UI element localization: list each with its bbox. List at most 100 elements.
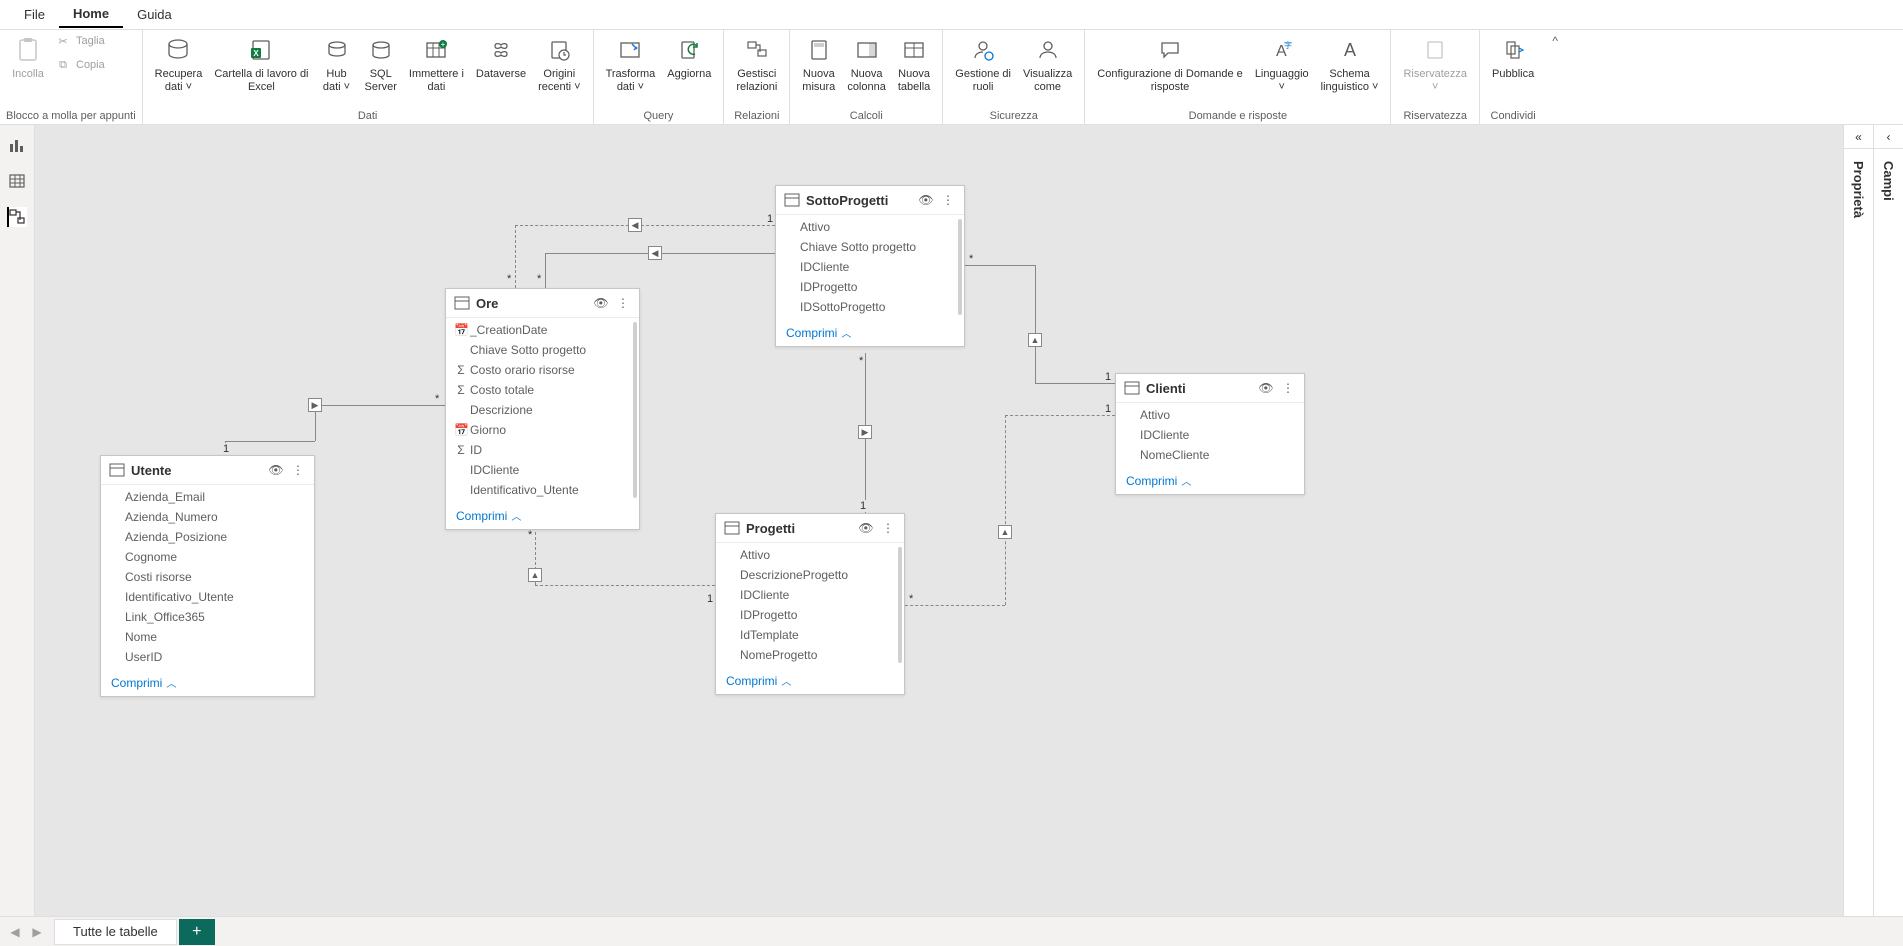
entity-progetti[interactable]: Progetti 👁 ⋮ Attivo DescrizioneProgetto …: [715, 513, 905, 695]
table-icon: [109, 462, 125, 478]
field-item[interactable]: Identificativo_Utente: [446, 480, 639, 500]
transform-data-button[interactable]: Trasforma dati ˅: [600, 30, 662, 98]
field-item[interactable]: Costi risorse: [101, 567, 314, 587]
field-item[interactable]: IDSottoProgetto: [776, 297, 964, 317]
entity-utente[interactable]: Utente 👁 ⋮ Azienda_Email Azienda_Numero …: [100, 455, 315, 697]
field-item[interactable]: IDCliente: [446, 460, 639, 480]
field-item[interactable]: NomeProgetto: [716, 645, 904, 665]
field-item[interactable]: IDCliente: [776, 257, 964, 277]
tab-nav-prev-button[interactable]: ◀: [4, 925, 26, 939]
field-item[interactable]: 📅Giorno: [446, 420, 639, 440]
data-hub-button[interactable]: Hub dati ˅: [315, 30, 359, 98]
field-item[interactable]: Chiave Sotto progetto: [446, 340, 639, 360]
visibility-icon[interactable]: 👁: [918, 193, 934, 207]
rel-arrow-icon[interactable]: ▲: [1028, 333, 1042, 347]
field-item[interactable]: Azienda_Numero: [101, 507, 314, 527]
expand-pane-icon[interactable]: «: [1844, 125, 1873, 149]
field-item[interactable]: ΣID: [446, 440, 639, 460]
field-item[interactable]: Chiave Sotto progetto: [776, 237, 964, 257]
field-item[interactable]: DescrizioneProgetto: [716, 565, 904, 585]
entity-ore[interactable]: Ore 👁 ⋮ 📅_CreationDate Chiave Sotto prog…: [445, 288, 640, 530]
ribbon-collapse-button[interactable]: ^: [1546, 30, 1564, 124]
sql-server-button[interactable]: SQL Server: [359, 30, 403, 98]
more-options-icon[interactable]: ⋮: [1280, 381, 1296, 395]
rel-arrow-icon[interactable]: ◀: [628, 218, 642, 232]
rel-arrow-icon[interactable]: ▲: [528, 568, 542, 582]
visibility-icon[interactable]: 👁: [858, 521, 874, 535]
entity-clienti[interactable]: Clienti 👁 ⋮ Attivo IDCliente NomeCliente…: [1115, 373, 1305, 495]
publish-button[interactable]: Pubblica: [1486, 30, 1540, 85]
more-options-icon[interactable]: ⋮: [940, 193, 956, 207]
group-query-label: Query: [600, 108, 718, 124]
field-item[interactable]: 📅_CreationDate: [446, 320, 639, 340]
entity-sottoprogetti[interactable]: SottoProgetti 👁 ⋮ Attivo Chiave Sotto pr…: [775, 185, 965, 347]
collapse-button[interactable]: Comprimi︿: [101, 669, 314, 696]
view-as-button[interactable]: Visualizza come: [1017, 30, 1078, 98]
collapse-button[interactable]: Comprimi︿: [776, 319, 964, 346]
field-item[interactable]: Cognome: [101, 547, 314, 567]
field-item[interactable]: Azienda_Posizione: [101, 527, 314, 547]
pane-properties[interactable]: « Proprietà: [1843, 125, 1873, 916]
collapse-button[interactable]: Comprimi︿: [716, 667, 904, 694]
rel-arrow-icon[interactable]: ▶: [308, 398, 322, 412]
field-item[interactable]: IdTemplate: [716, 625, 904, 645]
enter-label: Immettere i dati: [409, 68, 464, 94]
field-item[interactable]: ΣCosto totale: [446, 380, 639, 400]
field-item[interactable]: IDProgetto: [716, 605, 904, 625]
field-item[interactable]: Attivo: [776, 217, 964, 237]
tab-nav-next-button[interactable]: ▶: [26, 925, 48, 939]
chevron-up-icon: ︿: [841, 329, 851, 340]
qa-config-button[interactable]: Configurazione di Domande e risposte: [1091, 30, 1249, 98]
new-table-button[interactable]: Nuova tabella: [892, 30, 936, 98]
field-item[interactable]: Nome: [101, 627, 314, 647]
tab-home[interactable]: Home: [59, 1, 123, 28]
data-view-button[interactable]: [7, 171, 27, 191]
field-item[interactable]: UserID: [101, 647, 314, 667]
schema-button[interactable]: A Schema linguistico ˅: [1315, 30, 1385, 98]
dataverse-button[interactable]: Dataverse: [470, 30, 532, 85]
language-icon: A字: [1266, 34, 1298, 66]
rel-arrow-icon[interactable]: ▲: [998, 525, 1012, 539]
language-button[interactable]: A字 Linguaggio ˅: [1249, 30, 1315, 98]
enter-data-button[interactable]: + Immettere i dati: [403, 30, 470, 98]
field-item[interactable]: ΣCosto orario risorse: [446, 360, 639, 380]
model-canvas[interactable]: ▶ 1 * ◀ * 1 ◀ * ▲ * 1 ▶ * 1 ▲ * 1 ▲ * 1 …: [35, 125, 1843, 916]
rel-arrow-icon[interactable]: ▶: [858, 425, 872, 439]
report-view-button[interactable]: [7, 135, 27, 155]
field-item[interactable]: IDProgetto: [776, 277, 964, 297]
field-item[interactable]: Descrizione: [446, 400, 639, 420]
collapse-button[interactable]: Comprimi︿: [1116, 467, 1304, 494]
manage-relations-button[interactable]: Gestisci relazioni: [730, 30, 783, 98]
field-item[interactable]: NomeCliente: [1116, 445, 1304, 465]
expand-pane-icon[interactable]: ‹: [1874, 125, 1903, 149]
manage-roles-button[interactable]: Gestione di ruoli: [949, 30, 1017, 98]
add-layout-button[interactable]: +: [179, 919, 215, 945]
field-item[interactable]: Attivo: [716, 545, 904, 565]
tab-guide[interactable]: Guida: [123, 2, 186, 27]
collapse-button[interactable]: Comprimi︿: [446, 502, 639, 529]
field-item[interactable]: Azienda_Email: [101, 487, 314, 507]
rel-arrow-icon[interactable]: ◀: [648, 246, 662, 260]
refresh-button[interactable]: Aggiorna: [661, 30, 717, 85]
layout-tabs-bar: ◀ ▶ Tutte le tabelle +: [0, 916, 1903, 946]
more-options-icon[interactable]: ⋮: [290, 463, 306, 477]
field-item[interactable]: Attivo: [1116, 405, 1304, 425]
pane-fields[interactable]: ‹ Campi: [1873, 125, 1903, 916]
field-item[interactable]: Identificativo_Utente: [101, 587, 314, 607]
more-options-icon[interactable]: ⋮: [880, 521, 896, 535]
model-view-button[interactable]: [7, 207, 27, 227]
get-data-button[interactable]: Recupera dati ˅: [149, 30, 209, 98]
excel-button[interactable]: X Cartella di lavoro di Excel: [208, 30, 314, 98]
new-column-button[interactable]: Nuova colonna: [841, 30, 892, 98]
recent-sources-button[interactable]: Origini recenti ˅: [532, 30, 587, 98]
more-options-icon[interactable]: ⋮: [615, 296, 631, 310]
field-item[interactable]: IDCliente: [1116, 425, 1304, 445]
tab-file[interactable]: File: [10, 2, 59, 27]
field-item[interactable]: IDCliente: [716, 585, 904, 605]
visibility-icon[interactable]: 👁: [593, 296, 609, 310]
visibility-icon[interactable]: 👁: [268, 463, 284, 477]
visibility-icon[interactable]: 👁: [1258, 381, 1274, 395]
new-measure-button[interactable]: Nuova misura: [796, 30, 841, 98]
field-item[interactable]: Link_Office365: [101, 607, 314, 627]
layout-tab-all-tables[interactable]: Tutte le tabelle: [54, 919, 177, 945]
